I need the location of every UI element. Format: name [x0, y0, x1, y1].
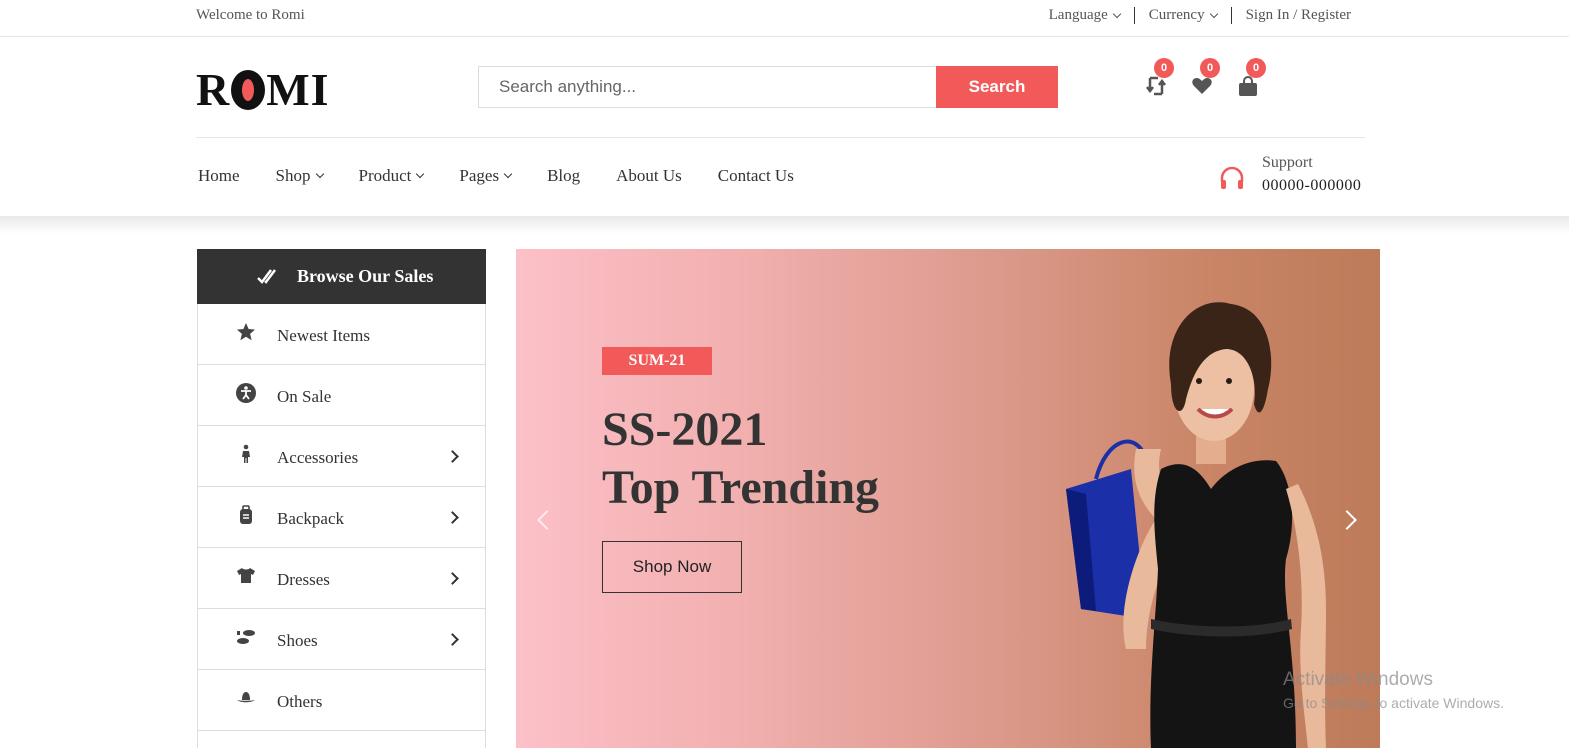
windows-activation-watermark: Activate Windows Go to Settings to activ…: [1283, 669, 1504, 711]
sidebar-item-label: Others: [277, 692, 323, 711]
category-sidebar: Browse Our Sales Newest Items On Sale Ac…: [197, 249, 486, 748]
header-shadow: [0, 216, 1569, 234]
shopping-bag-icon: [1239, 76, 1257, 96]
browse-sales-title: Browse Our Sales: [297, 266, 434, 286]
banner-headline: SS-2021 Top Trending: [602, 401, 879, 517]
currency-label: Currency: [1148, 7, 1205, 23]
cart-count-badge: 0: [1246, 58, 1266, 78]
chevron-down-icon: [503, 169, 513, 179]
support-info: Support 00000-000000: [1218, 154, 1361, 195]
header-icons: 0 0 0: [1142, 58, 1266, 98]
sidebar-item-label: On Sale: [277, 387, 332, 406]
sidebar-item-on-sale[interactable]: On Sale: [197, 365, 486, 426]
search-input[interactable]: [478, 66, 936, 108]
nav-label: About Us: [616, 166, 682, 185]
nav-item-contact-us[interactable]: Contact Us: [718, 166, 794, 186]
support-label: Support: [1262, 154, 1313, 171]
top-links: Language Currency Sign In / Register: [1035, 7, 1351, 24]
sidebar-item-shoes[interactable]: Shoes: [197, 609, 486, 670]
carousel-next-icon[interactable]: [1337, 510, 1357, 530]
headline-line-2: Top Trending: [602, 461, 880, 514]
welcome-text: Welcome to Romi: [196, 7, 305, 23]
nav-item-shop[interactable]: Shop: [275, 166, 324, 186]
chevron-down-icon: [416, 169, 425, 179]
wishlist-button[interactable]: 0: [1188, 58, 1220, 98]
accessibility-icon: [236, 383, 256, 403]
tshirt-icon: [237, 568, 255, 583]
sidebar-item-label: Accessories: [277, 448, 359, 467]
suitcase-icon: [240, 505, 252, 524]
nav-item-pages[interactable]: Pages: [459, 166, 513, 186]
sidebar-item-dresses[interactable]: Dresses: [197, 548, 486, 609]
chevron-down-icon: [315, 169, 324, 179]
sidebar-item-label: Shoes: [277, 631, 318, 650]
nav-item-product[interactable]: Product: [358, 166, 425, 186]
double-check-icon: [257, 268, 276, 284]
child-icon: [242, 444, 250, 463]
nav-label: Contact Us: [717, 166, 794, 185]
currency-dropdown[interactable]: Currency: [1133, 7, 1231, 24]
headphones-icon: [1220, 166, 1244, 189]
nav-label: Pages: [459, 166, 500, 185]
sidebar-item-label: Backpack: [277, 509, 345, 528]
language-label: Language: [1048, 7, 1108, 23]
headline-line-1: SS-2021: [602, 403, 768, 456]
sidebar-item-newest-items[interactable]: Newest Items: [197, 304, 486, 365]
logo-letters-mi: MI: [266, 64, 330, 115]
star-icon: [237, 323, 255, 341]
nav-item-about-us[interactable]: About Us: [616, 166, 682, 186]
wishlist-count-badge: 0: [1200, 58, 1220, 78]
search-bar: Search: [478, 66, 1058, 108]
heart-icon: [1192, 78, 1212, 94]
hero-banner: SUM-21 SS-2021 Top Trending Shop Now: [516, 249, 1380, 748]
sidebar-item-others[interactable]: Others: [197, 670, 486, 731]
search-button[interactable]: Search: [936, 66, 1058, 108]
logo[interactable]: R MI: [196, 63, 330, 116]
shop-now-button[interactable]: Shop Now: [602, 541, 742, 593]
promo-tag: SUM-21: [602, 347, 712, 375]
nav-item-home[interactable]: Home: [198, 166, 240, 186]
header-divider: [196, 137, 1365, 138]
compare-button[interactable]: 0: [1142, 58, 1174, 98]
browse-sales-header[interactable]: Browse Our Sales: [197, 249, 486, 304]
compare-icon: [1146, 76, 1166, 96]
nav-item-blog[interactable]: Blog: [547, 166, 580, 186]
sidebar-item-label: Newest Items: [277, 326, 371, 345]
watermark-title: Activate Windows: [1283, 669, 1433, 690]
sidebar-item-accessories[interactable]: Accessories: [197, 426, 486, 487]
top-bar: Welcome to Romi Language Currency Sign I…: [0, 0, 1569, 37]
nav-label: Blog: [547, 166, 581, 185]
nav-label: Shop: [275, 166, 311, 185]
nav-label: Product: [358, 166, 412, 185]
hat-icon: [237, 692, 255, 703]
sidebar-item-backpack[interactable]: Backpack: [197, 487, 486, 548]
chevron-right-icon: [446, 450, 459, 463]
chevron-right-icon: [446, 572, 459, 585]
logo-letter-r: R: [196, 64, 231, 115]
compare-count-badge: 0: [1154, 58, 1174, 78]
shoe-prints-icon: [237, 630, 255, 644]
logo-o-mark: [231, 69, 266, 110]
chevron-right-icon: [446, 511, 459, 524]
nav-label: Home: [198, 166, 240, 185]
chevron-down-icon: [1112, 9, 1122, 18]
chevron-down-icon: [1209, 9, 1218, 18]
cart-button[interactable]: 0: [1234, 58, 1266, 98]
watermark-subtitle: Go to Settings to activate Windows.: [1283, 695, 1504, 711]
main-nav: Home Shop Product Pages Blog About Us Co…: [198, 166, 830, 186]
signin-register-link[interactable]: Sign In / Register: [1230, 7, 1351, 24]
carousel-prev-icon[interactable]: [537, 510, 557, 530]
sidebar-item-label: Dresses: [277, 570, 330, 589]
sidebar-item-partial[interactable]: [197, 731, 486, 748]
language-dropdown[interactable]: Language: [1035, 7, 1134, 24]
support-phone[interactable]: 00000-000000: [1262, 177, 1361, 195]
signin-label: Sign In / Register: [1245, 7, 1351, 23]
chevron-right-icon: [446, 633, 459, 646]
